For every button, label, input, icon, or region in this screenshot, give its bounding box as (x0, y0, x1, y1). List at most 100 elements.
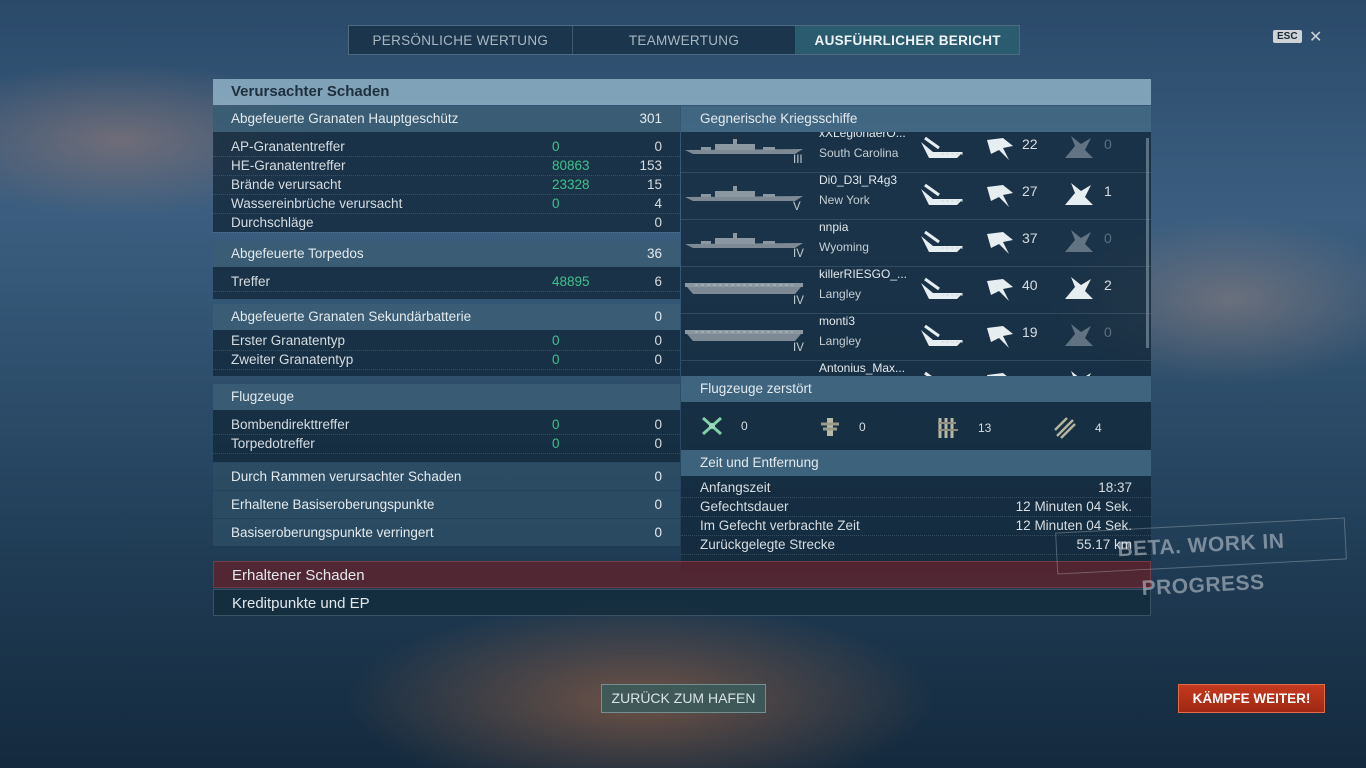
plane-stat: 0 (819, 416, 866, 438)
time-label: Gefechtsdauer (700, 499, 789, 514)
stat-damage: 0 (552, 436, 560, 451)
stat-value: 15 (646, 177, 662, 192)
shell-hit-icon (985, 134, 1015, 167)
destroyed-icon (1061, 134, 1095, 167)
ship-name: Langley (819, 334, 862, 348)
shell-hit-icon (985, 181, 1015, 214)
ship-tier: IV (793, 248, 804, 260)
ramming-row: Durch Rammen verursachter Schaden 0 (213, 463, 680, 490)
stat-row: Erster Granatentyp 0 0 (213, 332, 680, 351)
close-icon[interactable]: ✕ (1309, 27, 1322, 47)
planes-destroyed-header: Flugzeuge zerstört (681, 376, 1151, 402)
time-label: Anfangszeit (700, 480, 771, 495)
ramming-label: Durch Rammen verursachter Schaden (231, 469, 462, 484)
stat-damage: 0 (552, 139, 560, 154)
stat-value: 0 (654, 333, 662, 348)
base-capture-line: Erhaltene Basiseroberungspunkte 0 (213, 491, 680, 518)
tab-detailed-report[interactable]: AUSFÜHRLICHER BERICHT (796, 26, 1020, 54)
stat-value: 153 (639, 158, 662, 173)
main-battery-label: Abgefeuerte Granaten Hauptgeschütz (231, 111, 459, 126)
time-distance-header: Zeit und Entfernung (681, 450, 1151, 476)
stat-label: Erster Granatentyp (231, 333, 346, 348)
ship-tier: IV (793, 295, 804, 307)
time-row: Gefechtsdauer 12 Minuten 04 Sek. (681, 498, 1151, 517)
esc-key-hint: ESC (1273, 30, 1302, 43)
stat-value: 0 (654, 139, 662, 154)
shell-hit-icon (985, 228, 1015, 261)
hit-count: 22 (1022, 136, 1038, 152)
tab-team-score[interactable]: TEAMWERTUNG (573, 26, 797, 54)
ship-silhouette-icon (685, 185, 803, 203)
secondary-value: 0 (654, 309, 662, 324)
stat-label: AP-Granatentreffer (231, 139, 345, 154)
stat-row: Bombendirekttreffer 0 0 (213, 416, 680, 435)
plane-count: 0 (859, 420, 866, 434)
aircraft-section: Flugzeuge Bombendirekttreffer 0 0 Torpedot… (213, 384, 680, 462)
enemy-ship-row: killerRIESGO_... IV Langley 40 2 (681, 267, 1151, 314)
fighter-plane-icon (702, 416, 722, 436)
destroyed-count: 1 (1104, 183, 1112, 199)
hit-count: 37 (1022, 230, 1038, 246)
shell-hit-icon (985, 369, 1015, 376)
destroyed-count: 0 (1104, 324, 1112, 340)
enemy-ships-header: Gegnerische Kriegsschiffe (681, 106, 1151, 132)
enemy-ship-row: Antonius_Max... (681, 361, 1151, 376)
ship-silhouette-icon (685, 279, 803, 297)
torpedo-label: Abgefeuerte Torpedos (231, 246, 364, 261)
shell-hit-icon (985, 275, 1015, 308)
back-to-port-button[interactable]: ZURÜCK ZUM HAFEN (601, 684, 766, 713)
stat-value: 0 (654, 436, 662, 451)
plane-stat: 13 (936, 416, 991, 440)
torpedo-header: Abgefeuerte Torpedos 36 (213, 241, 680, 267)
stat-label: Durchschläge (231, 215, 314, 230)
ship-silhouette-icon (685, 326, 803, 344)
time-label: Im Gefecht verbrachte Zeit (700, 518, 860, 533)
destroyed-count: 2 (1104, 277, 1112, 293)
credits-xp-section[interactable]: Kreditpunkte und EP (213, 589, 1151, 616)
player-name: xXLegionaerO... (819, 132, 906, 140)
stat-damage: 0 (552, 333, 560, 348)
player-name: nnpia (819, 220, 849, 234)
battle-button[interactable]: KÄMPFE WEITER! (1178, 684, 1325, 713)
damage-panel: Verursachter Schaden Abgefeuerte Granate… (213, 79, 1151, 572)
ramming-line: Durch Rammen verursachter Schaden 0 (213, 463, 680, 490)
stat-row: AP-Granatentreffer 0 0 (213, 138, 680, 157)
destroyed-count: 0 (1104, 136, 1112, 152)
ship-tier: IV (793, 342, 804, 354)
stat-row: Wassereinbrüche verursacht 0 4 (213, 195, 680, 214)
stat-label: Brände verursacht (231, 177, 342, 192)
stat-damage: 80863 (552, 158, 590, 173)
ramming-value: 0 (654, 469, 662, 484)
ship-tier: III (793, 154, 803, 166)
base-capture-value: 0 (654, 497, 662, 512)
tab-personal-score[interactable]: PERSÖNLICHE WERTUNG (349, 26, 573, 54)
ship-name: New York (819, 193, 870, 207)
plane-stat: 0 (701, 416, 748, 436)
secondary-header: Abgefeuerte Granaten Sekundärbatterie 0 (213, 304, 680, 330)
time-row: Anfangszeit 18:37 (681, 479, 1151, 498)
ship-spotted-icon (919, 230, 965, 259)
stat-row: Torpedotreffer 0 0 (213, 435, 680, 454)
torpedo-bomber-icon (1054, 417, 1076, 439)
time-label: Zurückgelegte Strecke (700, 537, 836, 552)
shell-hit-icon (985, 322, 1015, 355)
destroyed-icon (1061, 228, 1095, 261)
base-capture-row: Erhaltene Basiseroberungspunkte 0 (213, 491, 680, 518)
torpedo-value: 36 (646, 246, 662, 261)
stat-row: Zweiter Granatentyp 0 0 (213, 351, 680, 370)
enemy-ship-list[interactable]: xXLegionaerO... III South Carolina 22 0 Di0_D… (681, 132, 1151, 376)
time-value: 12 Minuten 04 Sek. (1015, 499, 1132, 514)
ship-silhouette-icon (685, 138, 803, 156)
received-damage-section[interactable]: Erhaltener Schaden (213, 561, 1151, 588)
squadron-icon (938, 418, 958, 438)
secondary-label: Abgefeuerte Granaten Sekundärbatterie (231, 309, 472, 324)
planes-destroyed-row: 0 0 13 4 (681, 402, 1151, 450)
main-battery-section: Abgefeuerte Granaten Hauptgeschütz 301 A… (213, 106, 680, 233)
stat-label: Treffer (231, 274, 271, 289)
ship-name: Langley (819, 287, 862, 301)
player-name: Di0_D3l_R4g3 (819, 173, 898, 187)
panel-title[interactable]: Verursachter Schaden (213, 79, 1151, 105)
stat-label: Zweiter Granatentyp (231, 352, 354, 367)
stat-value: 0 (654, 215, 662, 230)
enemy-ship-row: nnpia IV Wyoming 37 0 (681, 220, 1151, 267)
